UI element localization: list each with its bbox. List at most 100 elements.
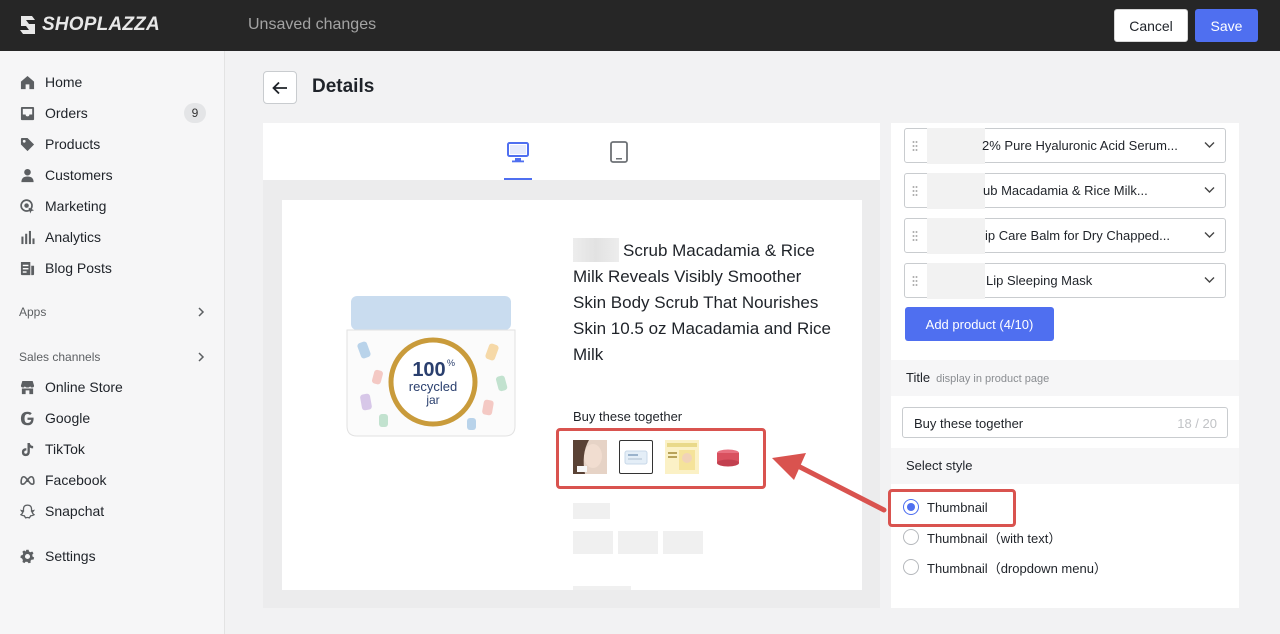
annotation-arrow-icon: [772, 453, 887, 513]
redacted-brand: [927, 218, 985, 254]
jar-label-100: 100: [412, 359, 445, 381]
bundle-product-row[interactable]: ub Macadamia & Rice Milk...: [904, 173, 1226, 209]
sidebar-item-online-store[interactable]: Online Store: [20, 376, 206, 398]
sidebar-item-blog-posts[interactable]: Blog Posts: [20, 257, 206, 279]
drag-handle-icon[interactable]: [912, 185, 918, 197]
sidebar-item-analytics[interactable]: Analytics: [20, 226, 206, 248]
save-button[interactable]: Save: [1195, 9, 1258, 42]
drag-handle-icon[interactable]: [912, 275, 918, 287]
target-icon: [20, 198, 35, 214]
sidebar-item-label: Blog Posts: [45, 260, 112, 276]
bundle-product-row[interactable]: ip Care Balm for Dry Chapped...: [904, 218, 1226, 254]
sidebar-item-facebook[interactable]: Facebook: [20, 469, 206, 491]
product-jar-image: 100 % recycled jar: [346, 296, 516, 437]
style-option-thumbnail-with-text[interactable]: Thumbnail（with text）: [903, 527, 1061, 547]
title-section-label: Title display in product page: [906, 370, 1049, 385]
title-section-header: Title display in product page: [891, 360, 1239, 396]
sidebar-item-label: Customers: [45, 167, 113, 183]
style-section-header: Select style: [891, 448, 1239, 484]
chevron-down-icon[interactable]: [1204, 276, 1215, 284]
sidebar-item-label: Snapchat: [45, 503, 105, 519]
bundle-product-name: ip Care Balm for Dry Chapped...: [985, 228, 1170, 243]
page-title: Details: [312, 76, 375, 97]
active-device-indicator: [504, 178, 532, 180]
sidebar-item-settings[interactable]: Settings: [20, 545, 206, 567]
shoplazza-logo[interactable]: SHOPLAZZA: [18, 13, 160, 37]
cancel-button[interactable]: Cancel: [1114, 9, 1188, 42]
preview-panel: 100 % recycled jar Scrub Macadamia & Ric…: [263, 123, 880, 608]
chevron-right-icon: [198, 307, 205, 317]
style-option-label: Thumbnail（dropdown menu）: [927, 560, 1107, 576]
style-section-label: Select style: [906, 458, 973, 473]
option-placeholder-2: [618, 531, 658, 554]
sidebar-item-label: Home: [45, 74, 83, 90]
meta-icon: [20, 475, 35, 485]
chevron-down-icon[interactable]: [1204, 231, 1215, 239]
sidebar-item-label: Facebook: [45, 472, 107, 488]
tag-icon: [20, 137, 35, 151]
sidebar: Home Orders 9 Products Customers Marketi…: [0, 51, 225, 634]
bundle-product-row[interactable]: Lip Sleeping Mask: [904, 263, 1226, 299]
bundle-product-name: 2% Pure Hyaluronic Acid Serum...: [982, 138, 1178, 153]
sidebar-item-marketing[interactable]: Marketing: [20, 195, 206, 217]
redacted-brand: [927, 128, 985, 164]
sales-channels-header[interactable]: Sales channels: [19, 350, 205, 364]
sidebar-item-label: Analytics: [45, 229, 102, 245]
chevron-down-icon[interactable]: [1204, 141, 1215, 149]
blog-icon: [20, 261, 35, 275]
bundle-title-value: Buy these together: [914, 416, 1024, 431]
arrow-left-icon: [272, 81, 287, 94]
sidebar-item-google[interactable]: Google: [20, 407, 206, 429]
tiktok-icon: [21, 442, 34, 456]
redacted-brand: [573, 238, 619, 262]
style-option-label: Thumbnail（with text）: [927, 530, 1062, 546]
title-label: Title: [906, 370, 931, 385]
radio-button[interactable]: [903, 529, 919, 545]
bundle-title: Buy these together: [573, 409, 683, 424]
gear-icon: [20, 549, 35, 563]
sidebar-item-tiktok[interactable]: TikTok: [20, 438, 206, 460]
option-placeholder-1: [573, 531, 613, 554]
character-count: 18 / 20: [1177, 416, 1217, 431]
desktop-icon[interactable]: [506, 141, 530, 163]
redacted-brand: [927, 263, 985, 299]
style-option-thumbnail-dropdown[interactable]: Thumbnail（dropdown menu）: [903, 557, 1107, 577]
inbox-icon: [20, 106, 35, 120]
option-placeholder-3: [663, 531, 703, 554]
sidebar-item-orders[interactable]: Orders 9: [20, 102, 206, 124]
top-bar: SHOPLAZZA Unsaved changes Cancel Save: [0, 0, 1280, 51]
bundle-product-name: ub Macadamia & Rice Milk...: [983, 183, 1148, 198]
orders-count-badge: 9: [184, 103, 206, 123]
sidebar-item-products[interactable]: Products: [20, 133, 206, 155]
apps-section-header[interactable]: Apps: [19, 305, 205, 319]
product-page-preview: 100 % recycled jar Scrub Macadamia & Ric…: [282, 200, 862, 590]
device-toggle-bar: [263, 123, 880, 180]
sidebar-item-home[interactable]: Home: [20, 71, 206, 93]
add-product-button[interactable]: Add product (4/10): [905, 307, 1054, 341]
bundle-title-input[interactable]: Buy these together 18 / 20: [902, 407, 1228, 438]
sidebar-item-customers[interactable]: Customers: [20, 164, 206, 186]
tablet-icon[interactable]: [607, 141, 631, 163]
radio-button[interactable]: [903, 559, 919, 575]
drag-handle-icon[interactable]: [912, 140, 918, 152]
jar-label-recycled: recycled: [409, 379, 457, 394]
store-icon: [20, 380, 35, 394]
bundle-product-name: Lip Sleeping Mask: [986, 273, 1093, 288]
jar-label-percent: %: [447, 358, 455, 368]
sidebar-item-label: Products: [45, 136, 101, 152]
button-placeholder: [573, 586, 631, 590]
thumbnail-option-highlight-box: [888, 489, 1016, 527]
sales-channels-label: Sales channels: [19, 350, 101, 364]
bar-chart-icon: [21, 230, 35, 244]
price-placeholder: [573, 503, 610, 519]
chevron-down-icon[interactable]: [1204, 186, 1215, 194]
drag-handle-icon[interactable]: [912, 230, 918, 242]
sidebar-item-snapchat[interactable]: Snapchat: [20, 500, 206, 522]
sidebar-item-label: Settings: [45, 548, 96, 564]
ghost-icon: [20, 503, 35, 519]
jar-label-jar: jar: [425, 393, 439, 407]
back-button[interactable]: [263, 71, 297, 104]
logo-mark-icon: [20, 16, 35, 34]
redacted-brand: [927, 173, 985, 209]
bundle-product-row[interactable]: 2% Pure Hyaluronic Acid Serum...: [904, 128, 1226, 164]
